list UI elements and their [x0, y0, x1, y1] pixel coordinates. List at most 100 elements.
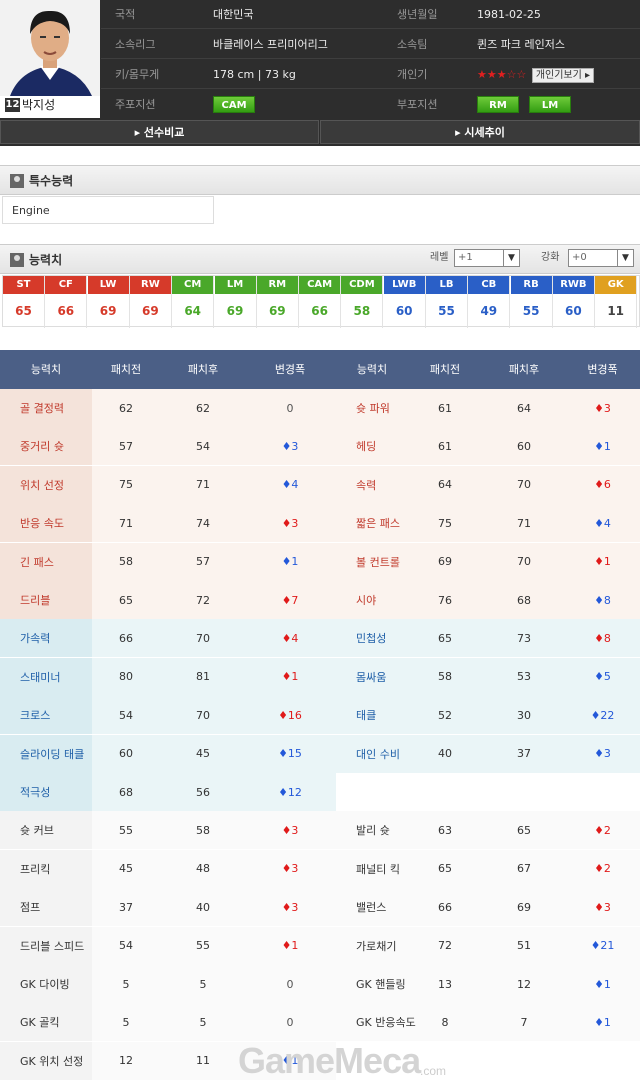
position-cell-cf: CF 66 [45, 276, 88, 328]
stat-name: 중거리 슛 [0, 427, 92, 466]
stat-after: 37 [517, 747, 531, 761]
position-label: ST [3, 276, 44, 294]
stat-change: ♦3 [281, 900, 299, 914]
position-label: GK [595, 276, 637, 294]
info-row-nationality: 국적 대한민국 생년월일 1981-02-25 [101, 0, 640, 29]
skill-stars: ★★★☆☆ [477, 68, 527, 81]
stat-after: 71 [517, 516, 531, 530]
stat-before: 61 [438, 401, 452, 415]
position-cell-cam: CAM 66 [299, 276, 342, 328]
skill-view-button[interactable]: 개인기보기 ▸ [531, 68, 595, 83]
player-name: 박지성 [22, 98, 56, 112]
stat-change: ♦21 [590, 939, 615, 953]
position-rating: 65 [15, 304, 32, 318]
position-rating-table: ST 65 CF 66 LW 69 RW 69 CM 64 LM 69 RM 69 CAM 66 CDM 58 LW… [2, 275, 640, 328]
player-number: 12 [5, 98, 20, 112]
stat-after: 45 [196, 747, 210, 761]
stat-after: 72 [196, 593, 210, 607]
stat-before: 58 [438, 670, 452, 684]
stat-change: ♦5 [594, 670, 611, 684]
label-nationality: 국적 [115, 8, 136, 21]
stat-after: 12 [517, 977, 531, 991]
sub-position-badge: RM [477, 96, 519, 113]
stat-change: 0 [286, 1015, 294, 1029]
label-league: 소속리그 [115, 38, 156, 51]
level-select-value: +1 [458, 252, 473, 263]
position-rating: 66 [57, 304, 75, 318]
table-row: 적극성 68 56 ♦12 [0, 773, 640, 811]
position-cell-lw: LW 69 [87, 276, 130, 328]
position-label: CB [468, 276, 510, 294]
stat-before: 62 [119, 401, 133, 415]
stat-after: 58 [196, 823, 210, 837]
level-label: 레벨 [430, 252, 449, 263]
position-rating: 69 [142, 304, 159, 318]
level-select[interactable]: +1 ▼ [454, 249, 520, 267]
table-row: GK 골킥 5 5 0 GK 반응속도 8 7 ♦1 [0, 1003, 640, 1042]
stat-change: ♦22 [590, 708, 615, 722]
header-change: 변경폭 [587, 363, 618, 376]
stat-after: 53 [517, 670, 531, 684]
stat-change: 0 [286, 401, 294, 415]
position-label: RB [510, 276, 552, 294]
position-cell-gk: GK 11 [595, 276, 638, 328]
stat-before: 66 [119, 631, 133, 645]
stat-after: 62 [196, 401, 210, 415]
position-label: LB [426, 276, 467, 294]
stat-table-header: 능력치 패치전 패치후 변경폭 능력치 패치전 패치후 변경폭 [0, 350, 640, 389]
position-cell-st: ST 65 [3, 276, 45, 328]
stat-name: 위치 선정 [0, 465, 92, 504]
player-compare-button[interactable]: ▸ 선수비교 [0, 120, 319, 144]
stat-before: 75 [119, 478, 133, 492]
position-rating: 69 [226, 304, 244, 318]
position-label: LW [87, 276, 129, 294]
value-nationality: 대한민국 [213, 8, 254, 21]
position-rating: 69 [99, 304, 117, 318]
position-cell-lm: LM 69 [214, 276, 257, 328]
stat-before: 72 [438, 939, 452, 953]
stat-name: GK 골킥 [0, 1003, 92, 1042]
special-ability-item: Engine [2, 196, 214, 224]
table-row: 반응 속도 71 74 ♦3 짧은 패스 75 71 ♦4 [0, 504, 640, 543]
price-trend-button[interactable]: ▸ 시세추이 [320, 120, 640, 144]
stat-change: ♦8 [594, 593, 611, 607]
stat-after: 73 [517, 631, 531, 645]
stat-after: 71 [196, 478, 210, 492]
stat-after: 68 [517, 593, 531, 607]
position-cell-rm: RM 69 [256, 276, 299, 328]
stat-name: 스태미너 [0, 657, 92, 696]
stat-name: 골 결정력 [0, 389, 92, 427]
label-skill-moves: 개인기 [397, 68, 428, 81]
special-ability-header: 특수능력 [0, 165, 640, 195]
position-label: LWB [383, 276, 425, 294]
stat-change: ♦1 [281, 670, 299, 684]
enhance-select[interactable]: +0 ▼ [568, 249, 634, 267]
enhance-select-value: +0 [572, 252, 587, 263]
stat-change: ♦3 [594, 900, 611, 914]
label-birthdate: 생년월일 [397, 8, 438, 21]
position-rating: 49 [480, 304, 498, 318]
value-team: 퀸즈 파크 레인저스 [477, 38, 565, 51]
header-change: 변경폭 [274, 363, 306, 376]
stat-before: 54 [119, 939, 133, 953]
stat-before: 58 [119, 555, 133, 569]
stat-after: 64 [517, 401, 531, 415]
label-height-weight: 키/몸무게 [115, 68, 160, 81]
player-portrait-image [0, 0, 100, 96]
stat-before: 13 [438, 977, 452, 991]
skill-moves-value: ★★★☆☆ 개인기보기 ▸ [477, 60, 595, 89]
stat-after: 57 [196, 555, 210, 569]
stat-before: 61 [438, 439, 452, 453]
position-rating: 66 [311, 304, 328, 318]
header-before: 패치전 [110, 363, 142, 376]
stat-name: 크로스 [0, 696, 92, 735]
table-row: 크로스 54 70 ♦16 태클 52 30 ♦22 [0, 696, 640, 735]
stat-name: 슬라이딩 태클 [0, 734, 92, 773]
table-row: 위치 선정 75 71 ♦4 속력 64 70 ♦6 [0, 465, 640, 504]
stat-after: 74 [196, 516, 210, 530]
table-row: 프리킥 45 48 ♦3 패널티 킥 65 67 ♦2 [0, 849, 640, 888]
special-ability-title: 특수능력 [29, 174, 74, 188]
enhance-label: 강화 [541, 252, 560, 263]
stat-after: 40 [196, 900, 210, 914]
stat-name: 드리블 [0, 581, 92, 619]
